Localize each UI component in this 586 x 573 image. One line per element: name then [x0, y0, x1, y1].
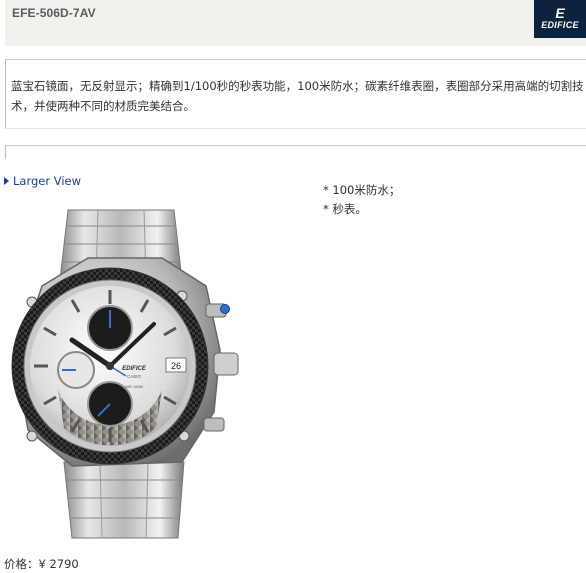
feature-item: * 100米防水； [323, 183, 401, 197]
triangle-right-icon [4, 177, 9, 185]
edifice-logo[interactable]: E EDIFICE [534, 0, 586, 38]
price: 价格：¥ 2790 [4, 556, 79, 572]
logo-mark: E [555, 5, 565, 21]
price-value: 2790 [49, 557, 79, 571]
feature-list: * 100米防水； * 秒表。 [323, 181, 400, 219]
larger-view-link[interactable]: Larger View [4, 174, 81, 188]
product-description: 蓝宝石镜面，无反射显示；精确到1/100秒的秒表功能，100米防水；碳素纤维表圈… [11, 79, 584, 113]
header-bar: EFE-506D-7AV E EDIFICE [5, 0, 586, 46]
logo-word: EDIFICE [541, 20, 579, 30]
price-currency: ¥ [38, 557, 46, 571]
model-title: EFE-506D-7AV [12, 6, 96, 20]
watch-dial: 26 EDIFICE CASIO WR 100M [30, 286, 190, 446]
description-box: 蓝宝石镜面，无反射显示；精确到1/100秒的秒表功能，100米防水；碳素纤维表圈… [5, 59, 586, 129]
watch-product-image[interactable]: 26 EDIFICE CASIO WR 100M [6, 200, 240, 545]
feature-item: * 秒表。 [323, 202, 367, 216]
dial-brand: EDIFICE [122, 366, 147, 372]
price-label: 价格： [4, 557, 39, 571]
product-page: EFE-506D-7AV E EDIFICE 蓝宝石镜面，无反射显示；精确到1/… [0, 0, 586, 573]
dial-sub: CASIO [127, 374, 142, 379]
date-window: 26 [171, 361, 181, 371]
dial-wr: WR 100M [125, 384, 143, 389]
lower-bracelet [63, 461, 185, 539]
section-divider [5, 145, 586, 159]
larger-view-label: Larger View [13, 174, 82, 188]
